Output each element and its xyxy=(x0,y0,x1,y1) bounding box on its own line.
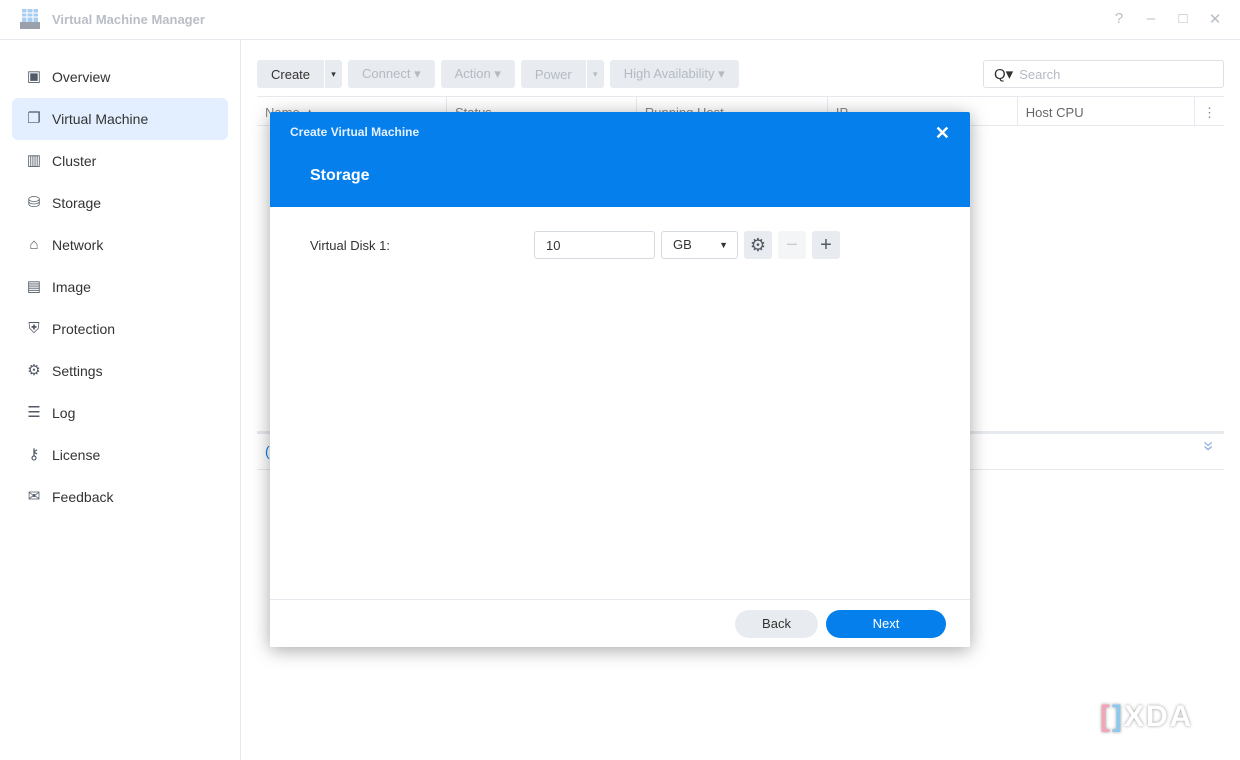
sidebar-item-license[interactable]: ⚷ License xyxy=(12,434,228,476)
sidebar-item-label: License xyxy=(52,447,101,463)
sidebar-item-overview[interactable]: ▣ Overview xyxy=(12,56,228,98)
dialog-footer: Back Next xyxy=(270,599,970,647)
remove-disk-button[interactable]: − xyxy=(778,231,806,259)
connect-button[interactable]: Connect ▾ xyxy=(348,60,435,88)
sidebar-item-log[interactable]: ☰ Log xyxy=(12,392,228,434)
collapse-icon[interactable]: » xyxy=(1199,441,1219,451)
column-menu-icon[interactable]: ⋮ xyxy=(1195,97,1224,125)
create-dropdown-button[interactable]: ▾ xyxy=(324,60,343,88)
sidebar-item-label: Feedback xyxy=(52,489,114,505)
next-button[interactable]: Next xyxy=(826,610,946,638)
sidebar-item-cluster[interactable]: ▥ Cluster xyxy=(12,140,228,182)
storage-icon: ⛁ xyxy=(27,194,41,211)
dialog-title: Create Virtual Machine xyxy=(290,125,420,139)
sidebar-item-label: Log xyxy=(52,405,76,421)
sidebar-item-label: Storage xyxy=(52,195,102,211)
toolbar: Create ▾ Connect ▾ Action ▾ Power ▾ High… xyxy=(257,60,739,88)
power-button[interactable]: Power xyxy=(520,60,586,88)
detail-tab[interactable]: ( xyxy=(265,443,270,459)
sidebar-item-image[interactable]: ▤ Image xyxy=(12,266,228,308)
search-input[interactable]: Q▾ Search xyxy=(983,60,1224,88)
chevron-down-icon: ▼ xyxy=(719,240,728,250)
power-dropdown-button[interactable]: ▾ xyxy=(585,60,604,88)
help-icon[interactable]: ? xyxy=(1112,10,1126,28)
sidebar-item-label: Virtual Machine xyxy=(52,111,149,127)
close-icon[interactable]: ✕ xyxy=(935,123,950,144)
virtual-machine-icon: ❐ xyxy=(27,110,41,127)
sidebar-item-label: Settings xyxy=(52,363,103,379)
sidebar-item-label: Image xyxy=(52,279,91,295)
search-placeholder: Search xyxy=(1019,66,1061,82)
action-button[interactable]: Action ▾ xyxy=(440,60,515,88)
image-icon: ▤ xyxy=(26,278,42,295)
add-disk-button[interactable]: + xyxy=(812,231,840,259)
gear-icon: ⚙ xyxy=(27,362,41,379)
app-icon xyxy=(20,9,40,29)
minimize-icon[interactable]: – xyxy=(1144,10,1158,28)
app-title: Virtual Machine Manager xyxy=(52,12,205,27)
disk-settings-button[interactable]: ⚙ xyxy=(744,231,772,259)
xda-watermark-logo: []XDA xyxy=(1100,700,1194,733)
search-icon[interactable]: Q▾ xyxy=(994,65,1013,83)
sidebar-item-virtual-machine[interactable]: ❐ Virtual Machine xyxy=(12,98,228,140)
mail-icon: ✉ xyxy=(27,488,41,505)
disk-unit-value: GB xyxy=(673,237,692,252)
dialog-header: Create Virtual Machine Storage ✕ xyxy=(270,112,970,207)
close-window-icon[interactable]: ✕ xyxy=(1208,10,1222,28)
list-icon: ☰ xyxy=(27,404,41,421)
sidebar-item-label: Cluster xyxy=(52,153,97,169)
overview-icon: ▣ xyxy=(26,68,42,85)
high-availability-button[interactable]: High Availability ▾ xyxy=(609,60,739,88)
create-button[interactable]: Create xyxy=(257,60,325,88)
virtual-disk-label: Virtual Disk 1: xyxy=(310,238,390,253)
sidebar: ▣ Overview ❐ Virtual Machine ▥ Cluster ⛁ Storag… xyxy=(0,40,241,760)
sidebar-item-protection[interactable]: ⛨ Protection xyxy=(12,308,228,350)
shield-icon: ⛨ xyxy=(28,320,40,337)
sidebar-item-label: Overview xyxy=(52,69,111,85)
step-title: Storage xyxy=(310,167,370,184)
sidebar-item-network[interactable]: ⌂ Network xyxy=(12,224,228,266)
disk-size-input[interactable] xyxy=(534,231,655,259)
sidebar-item-settings[interactable]: ⚙ Settings xyxy=(12,350,228,392)
key-icon: ⚷ xyxy=(28,446,40,463)
back-button[interactable]: Back xyxy=(735,610,818,638)
create-vm-dialog: Create Virtual Machine Storage ✕ Virtual… xyxy=(270,112,970,647)
column-host-cpu[interactable]: Host CPU xyxy=(1018,97,1195,125)
sidebar-item-feedback[interactable]: ✉ Feedback xyxy=(12,476,228,518)
network-icon: ⌂ xyxy=(29,236,39,253)
sidebar-item-storage[interactable]: ⛁ Storage xyxy=(12,182,228,224)
cluster-icon: ▥ xyxy=(26,152,42,169)
maximize-icon[interactable]: □ xyxy=(1176,10,1190,28)
disk-unit-select[interactable]: GB ▼ xyxy=(661,231,738,259)
sidebar-item-label: Protection xyxy=(52,321,116,337)
sidebar-item-label: Network xyxy=(52,237,104,253)
title-bar: Virtual Machine Manager ? – □ ✕ xyxy=(0,0,1240,40)
